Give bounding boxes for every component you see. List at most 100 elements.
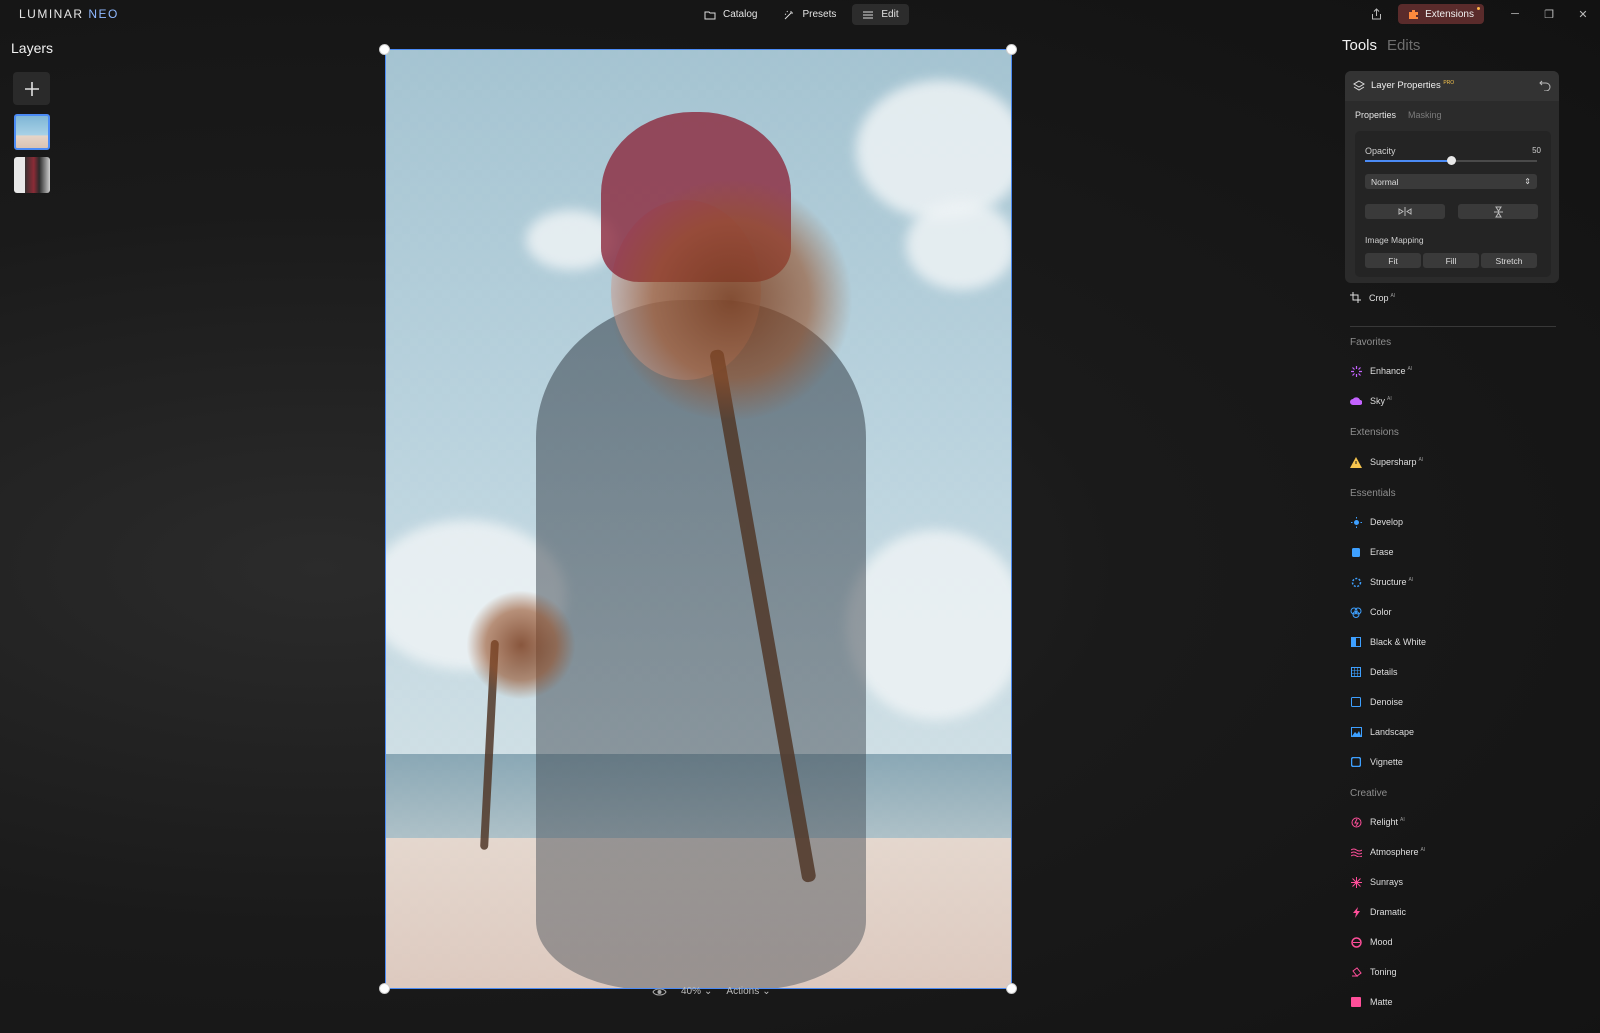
resize-handle-top-right[interactable] [1006,44,1017,55]
flip-vertical-button[interactable] [1458,204,1538,219]
ai-badge: AI [1387,396,1392,402]
tool-develop[interactable]: Develop [1350,515,1403,529]
ai-badge: AI [1420,847,1426,853]
layer-properties-header[interactable]: Layer Properties PRO [1345,71,1559,101]
flip-horizontal-button[interactable] [1365,204,1445,219]
cloud [856,80,1011,220]
zoom-value: 40% [681,986,702,997]
warning-triangle-icon [1350,456,1362,468]
tool-structure-label: Structure [1370,577,1407,587]
crop-tool[interactable]: Crop AI [1350,292,1395,303]
landscape-icon [1350,726,1362,738]
tab-catalog[interactable]: Catalog [694,4,767,25]
flip-horizontal-icon [1398,207,1412,216]
cloud [906,200,1011,290]
tab-tools[interactable]: Tools [1342,37,1377,54]
ai-badge: AI [1400,817,1405,823]
blend-mode-select[interactable]: Normal ⇕ [1365,174,1537,189]
layer-props-subtabs: Properties Masking [1355,110,1442,120]
image-canvas[interactable] [385,49,1012,989]
extensions-button[interactable]: Extensions [1398,4,1484,24]
opacity-slider-knob[interactable] [1447,156,1456,165]
minimize-button[interactable]: ─ [1498,0,1532,28]
lightning-icon [1350,906,1362,918]
tool-vignette[interactable]: Vignette [1350,755,1403,769]
tool-dramatic[interactable]: Dramatic [1350,905,1406,919]
opacity-slider-fill [1365,160,1451,162]
tool-atmosphere[interactable]: Atmosphere AI [1350,845,1425,859]
tab-presets-label: Presets [802,9,837,20]
section-essentials: Essentials [1350,488,1396,499]
tool-relight-label: Relight [1370,817,1399,827]
tool-toning[interactable]: Toning [1350,965,1397,979]
properties-body: Opacity 50 Normal ⇕ Image Mapping Fit Fi… [1355,131,1551,277]
tool-structure[interactable]: Structure AI [1350,575,1413,589]
waves-icon [1350,846,1362,858]
ai-badge: AI [1418,457,1424,463]
tab-edit-label: Edit [881,9,899,20]
tool-sunrays[interactable]: Sunrays [1350,875,1403,889]
sliders-icon [863,11,874,18]
tool-color[interactable]: Color [1350,605,1392,619]
tool-dramatic-label: Dramatic [1370,907,1407,917]
paint-bucket-icon [1350,966,1362,978]
tool-supersharp[interactable]: Supersharp AI [1350,455,1423,469]
cloud-icon [1350,395,1362,407]
window-controls: Extensions ─ ❐ ✕ [1362,0,1600,28]
tool-relight[interactable]: Relight AI [1350,815,1405,829]
tool-sky-label: Sky [1370,396,1386,406]
tool-matte[interactable]: Matte [1350,995,1393,1009]
tool-erase[interactable]: Erase [1350,545,1394,559]
opacity-slider[interactable] [1365,156,1537,165]
folder-icon [704,11,716,19]
tool-landscape[interactable]: Landscape [1350,725,1414,739]
tab-presets[interactable]: Presets [773,4,846,25]
crop-icon [1350,292,1361,303]
sunrays-icon [1350,876,1362,888]
zoom-dropdown[interactable]: 40% ⌄ [681,986,712,997]
tool-denoise[interactable]: Denoise [1350,695,1403,709]
actions-dropdown[interactable]: Actions ⌄ [726,986,770,997]
tool-toning-label: Toning [1370,967,1397,977]
logo-sub-text: NEO [88,7,119,21]
layer-properties-title-text: Layer Properties [1371,80,1441,92]
tab-edits[interactable]: Edits [1387,37,1420,54]
palm-leaves-large [606,180,856,420]
tool-details[interactable]: Details [1350,665,1398,679]
vignette-icon [1350,756,1362,768]
chevron-down-icon: ⌄ [762,986,771,997]
mood-icon [1350,936,1362,948]
undo-icon[interactable] [1539,79,1551,94]
layer-thumbnail-portrait[interactable] [14,157,50,193]
tool-enhance[interactable]: Enhance AI [1350,364,1412,378]
image-mapping-buttons: Fit Fill Stretch [1365,253,1537,268]
layer-thumbnail-palm[interactable] [14,114,50,150]
ai-badge: AI [1390,292,1396,299]
ai-badge: AI [1407,366,1413,372]
opacity-value[interactable]: 50 [1532,146,1541,155]
resize-handle-bottom-right[interactable] [1006,983,1017,994]
mapping-stretch-button[interactable]: Stretch [1481,253,1537,268]
grid-icon [1350,666,1362,678]
tool-sky[interactable]: Sky AI [1350,394,1392,408]
app-logo: LUMINAR NEO [19,7,119,21]
tool-color-label: Color [1370,607,1392,617]
tool-black-white[interactable]: Black & White [1350,635,1426,649]
main-nav: Catalog Presets Edit [694,4,909,25]
resize-handle-bottom-left[interactable] [379,983,390,994]
preview-toggle[interactable] [652,987,667,997]
tab-properties[interactable]: Properties [1355,110,1396,120]
tab-masking[interactable]: Masking [1408,110,1442,120]
restore-button[interactable]: ❐ [1532,0,1566,28]
close-button[interactable]: ✕ [1566,0,1600,28]
pro-badge: PRO [1443,80,1455,87]
share-icon[interactable] [1362,0,1390,28]
mapping-fill-button[interactable]: Fill [1423,253,1479,268]
canvas-bottom-bar: 40% ⌄ Actions ⌄ [652,986,771,997]
mapping-fit-button[interactable]: Fit [1365,253,1421,268]
tab-edit[interactable]: Edit [852,4,909,25]
add-layer-button[interactable] [13,72,50,105]
resize-handle-top-left[interactable] [379,44,390,55]
flip-vertical-icon [1493,206,1503,217]
tool-mood[interactable]: Mood [1350,935,1393,949]
